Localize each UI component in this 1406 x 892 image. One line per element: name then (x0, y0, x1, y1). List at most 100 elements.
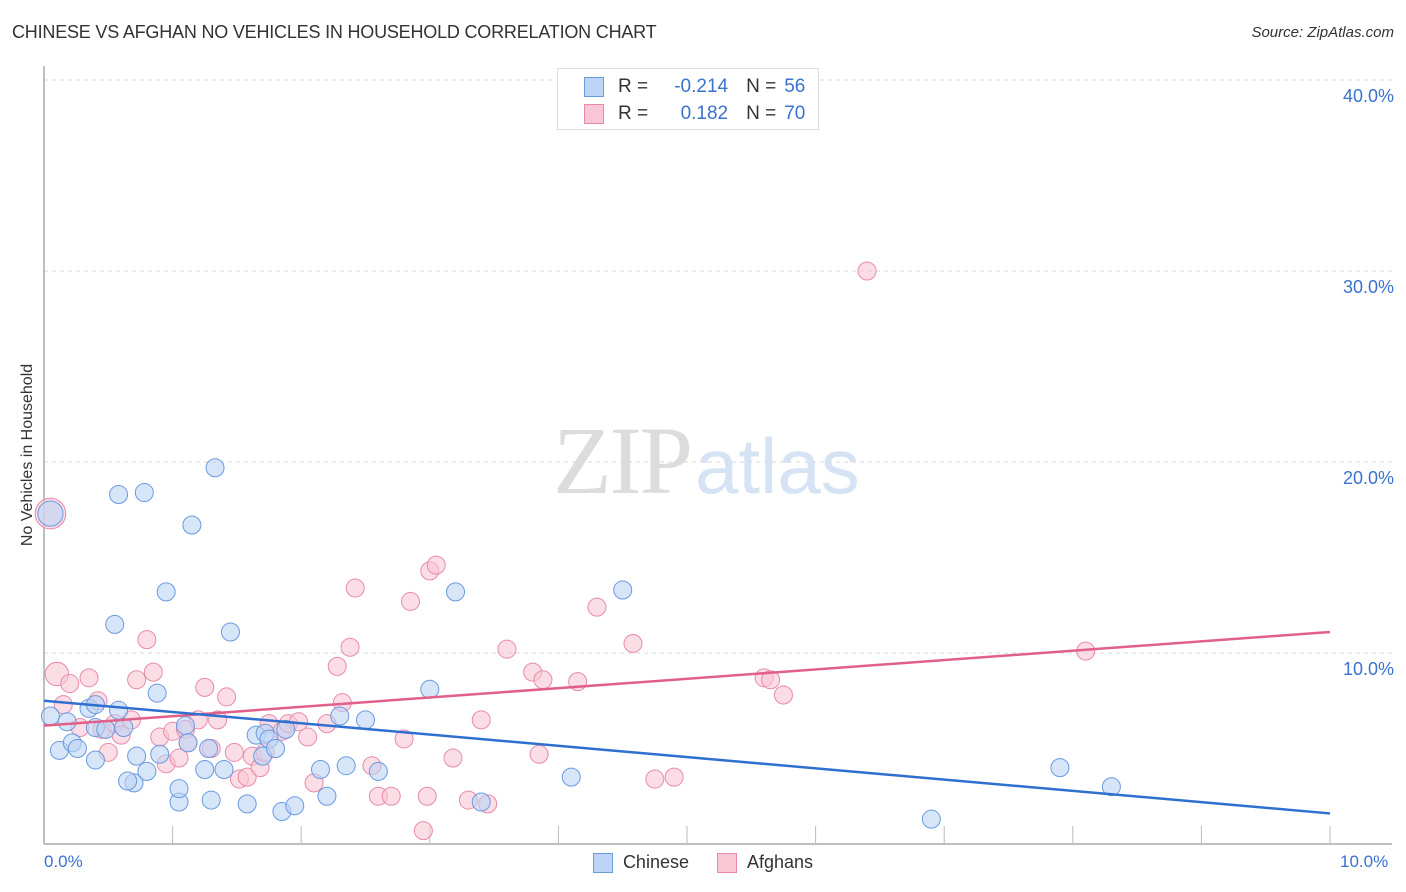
afghans-point (298, 727, 318, 747)
chinese-point (317, 786, 337, 806)
afghans-trend-line (43, 630, 1331, 727)
chinese-point (205, 458, 225, 478)
chinese-point (310, 760, 330, 780)
n-label: N = (746, 76, 777, 97)
r-value: 0.182 (680, 103, 729, 124)
afghans-point (857, 261, 877, 281)
y-tick-label: 40.0% (1342, 86, 1394, 106)
afghans-point (664, 767, 684, 787)
afghans-point (345, 578, 365, 598)
chinese-swatch-icon (584, 77, 604, 97)
afghans-point (471, 710, 491, 730)
chinese-point (156, 582, 176, 602)
legend-item-chinese[interactable]: Chinese (592, 852, 689, 873)
afghans-point (443, 748, 463, 768)
series-legend: Chinese Afghans (0, 852, 1406, 873)
y-tick-label: 20.0% (1342, 468, 1394, 488)
afghans-point (137, 630, 157, 650)
chinese-point (150, 744, 170, 764)
chinese-point (109, 484, 129, 504)
chinese-point (178, 733, 198, 753)
y-tick-label: 30.0% (1342, 277, 1394, 297)
chinese-point (67, 739, 87, 758)
chinese-point (420, 679, 440, 699)
y-tick-label: 10.0% (1342, 659, 1394, 679)
legend-label: Afghans (746, 852, 814, 872)
gridlines (44, 79, 1392, 654)
chinese-point (40, 706, 60, 726)
afghans-swatch-icon (716, 852, 737, 873)
chinese-point (195, 760, 215, 780)
afghans-point (587, 597, 607, 617)
y-axis-label: No Vehicles in Household (19, 363, 36, 547)
chinese-point (285, 796, 305, 816)
afghans-point (623, 633, 643, 653)
chinese-point (214, 760, 234, 780)
plot-area (34, 66, 1392, 845)
chinese-point (137, 761, 157, 781)
chinese-point (147, 683, 167, 703)
n-label: N = (746, 103, 777, 124)
afghans-point (645, 769, 665, 789)
afghans-point (773, 685, 793, 705)
afghans-point (79, 668, 99, 688)
chinese-point (561, 767, 581, 787)
chinese-point (199, 739, 219, 758)
chinese-point (368, 761, 388, 781)
legend-row-chinese: R = -0.214 N = 56 (584, 75, 805, 99)
chinese-point (471, 792, 491, 812)
afghans-point (195, 677, 215, 697)
series-afghans-points (34, 261, 1096, 841)
chinese-point (37, 500, 64, 527)
afghans-point (413, 821, 433, 841)
axes (43, 66, 1392, 845)
n-value: 56 (784, 76, 806, 97)
series-chinese-points (37, 458, 1121, 829)
afghans-point (127, 670, 147, 690)
afghans-point (497, 639, 517, 659)
correlation-legend: R = -0.214 N = 56 R = 0.182 N = 70 (557, 68, 819, 130)
legend-label: Chinese (622, 852, 689, 872)
afghans-point (217, 687, 237, 707)
chinese-point (330, 706, 350, 726)
r-label: R = (618, 103, 649, 124)
afghans-swatch-icon (584, 104, 604, 124)
afghans-point (327, 656, 347, 676)
chinese-point (169, 779, 189, 799)
afghans-point (143, 662, 163, 682)
chinese-point (201, 790, 221, 810)
afghans-point (426, 555, 446, 575)
chinese-point (220, 622, 240, 642)
chinese-point (613, 580, 633, 600)
chinese-point (356, 710, 375, 730)
legend-item-afghans[interactable]: Afghans (716, 852, 814, 873)
chinese-point (105, 614, 125, 634)
chinese-point (336, 756, 356, 776)
r-value: -0.214 (674, 76, 729, 97)
chinese-point (57, 712, 77, 732)
chinese-point (1050, 758, 1070, 778)
chinese-point (127, 746, 147, 766)
chinese-point (96, 719, 116, 739)
afghans-point (417, 786, 437, 806)
afghans-point (533, 670, 553, 690)
afghans-point (340, 637, 360, 657)
afghans-point (60, 674, 80, 694)
chinese-point (134, 483, 154, 503)
chinese-point (85, 750, 105, 770)
chinese-point (175, 716, 195, 736)
chinese-point (265, 739, 285, 758)
afghans-point (224, 742, 244, 762)
chinese-point (921, 809, 941, 829)
afghans-point (529, 744, 549, 764)
legend-row-afghans: R = 0.182 N = 70 (584, 102, 805, 126)
chinese-swatch-icon (592, 852, 613, 873)
r-label: R = (618, 76, 649, 97)
chinese-point (109, 700, 129, 720)
afghans-point (381, 786, 401, 806)
afghans-point (401, 591, 421, 611)
chinese-point (182, 515, 202, 535)
chinese-point (118, 771, 138, 791)
n-value: 70 (784, 103, 806, 124)
chinese-point (237, 794, 257, 814)
